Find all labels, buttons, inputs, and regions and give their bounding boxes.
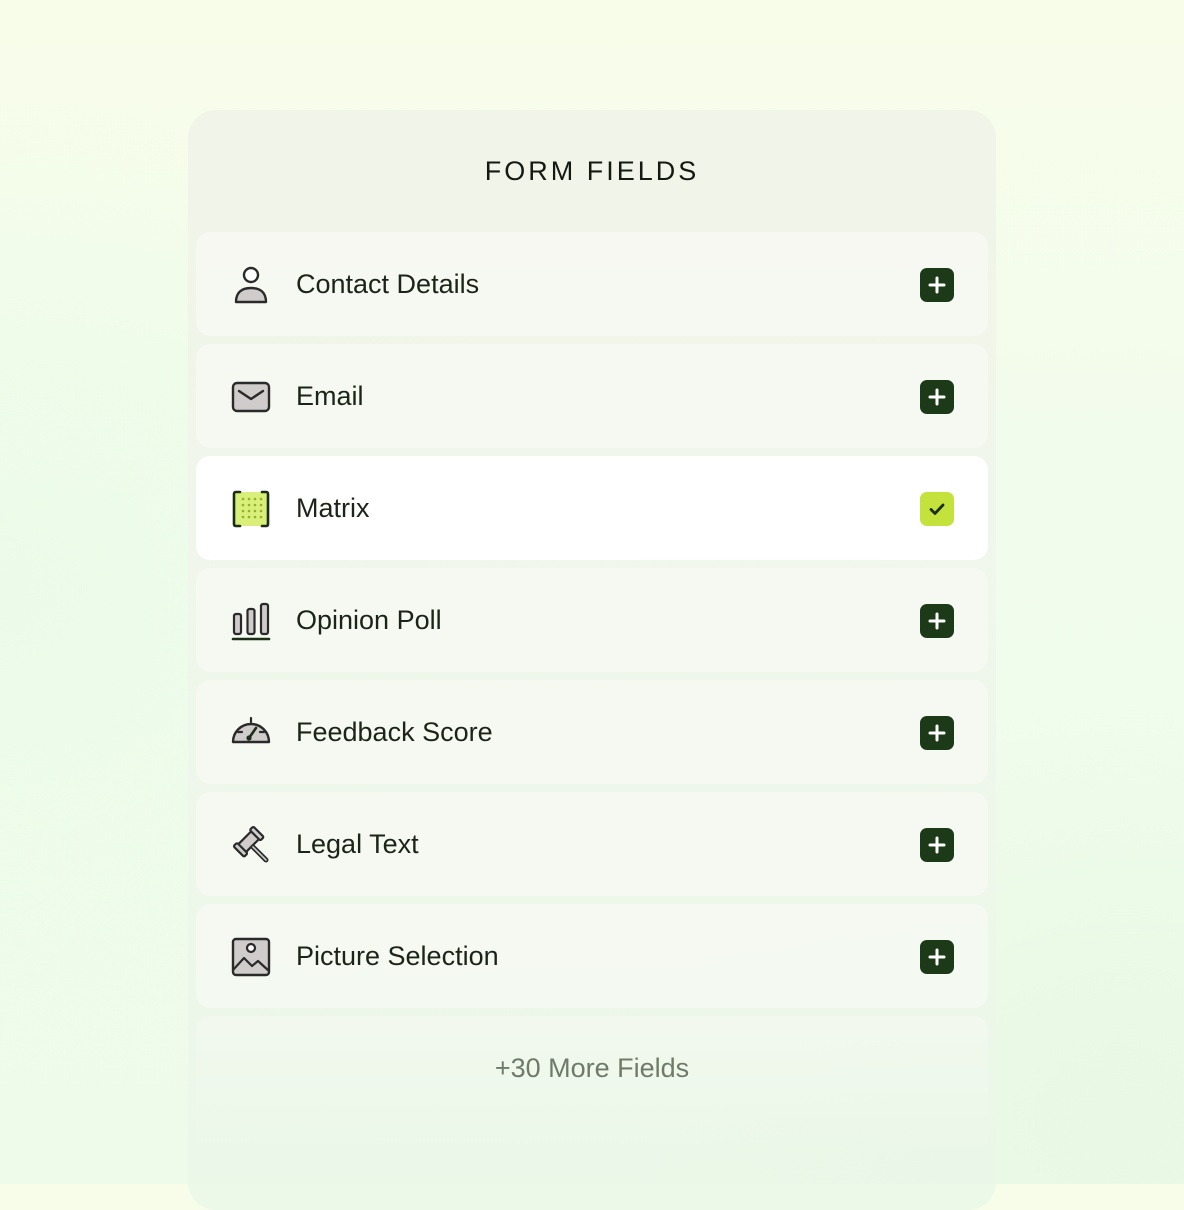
envelope-icon [230,376,272,418]
field-row-contact-details[interactable]: Contact Details [196,232,988,336]
add-field-button[interactable] [920,716,954,750]
field-label: Legal Text [296,829,419,859]
gavel-icon [230,824,272,866]
more-fields-link[interactable]: +30 More Fields [196,1016,988,1146]
form-fields-panel: FORM FIELDS Contact Details Email Matrix… [188,110,996,1210]
add-field-button[interactable] [920,940,954,974]
field-row-opinion-poll[interactable]: Opinion Poll [196,568,988,672]
picture-icon [230,936,272,978]
field-selected-checkbox[interactable] [920,492,954,526]
field-row-feedback-score[interactable]: Feedback Score [196,680,988,784]
add-field-button[interactable] [920,268,954,302]
field-row-email[interactable]: Email [196,344,988,448]
person-icon [230,264,272,306]
field-label: Feedback Score [296,717,493,747]
bar-chart-icon [230,600,272,642]
add-field-button[interactable] [920,380,954,414]
field-label: Matrix [296,493,370,523]
field-row-picture-selection[interactable]: Picture Selection [196,904,988,1008]
gauge-icon [230,712,272,754]
matrix-grid-icon [230,488,272,530]
field-label: Email [296,381,364,411]
field-label: Opinion Poll [296,605,442,635]
add-field-button[interactable] [920,604,954,638]
field-list: Contact Details Email Matrix Opinion Pol… [196,232,988,1146]
field-row-legal-text[interactable]: Legal Text [196,792,988,896]
panel-title: FORM FIELDS [484,156,700,186]
field-label: Contact Details [296,269,480,299]
field-row-matrix[interactable]: Matrix [196,456,988,560]
add-field-button[interactable] [920,828,954,862]
field-label: Picture Selection [296,941,499,971]
